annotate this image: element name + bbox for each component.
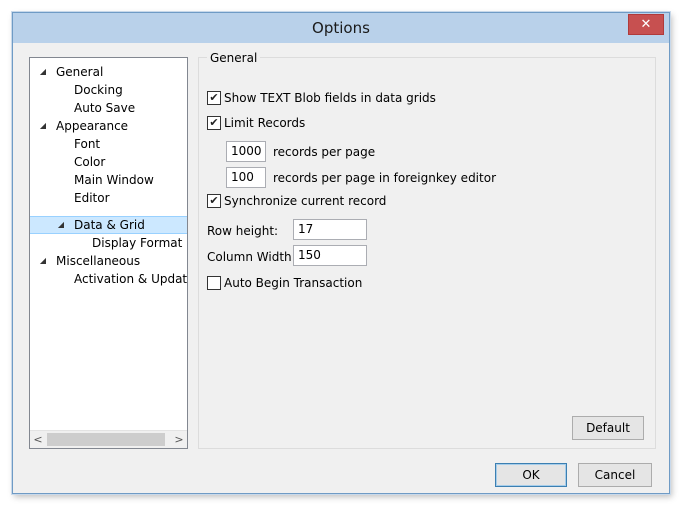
tree-item-label: Main Window [74, 173, 154, 187]
tree-item-label: Display Format [92, 236, 183, 250]
tree-item-color[interactable]: Color [74, 153, 105, 171]
auto-begin-label: Auto Begin Transaction [224, 276, 363, 290]
tree-item-auto-save[interactable]: Auto Save [74, 99, 135, 117]
row-height-label: Row height: [207, 224, 279, 238]
dialog-body: ◢ General Docking Auto Save ◢ Appearance… [21, 44, 661, 487]
sync-record-label: Synchronize current record [224, 194, 387, 208]
tree-item-font[interactable]: Font [74, 135, 100, 153]
column-width-label: Column Width: [207, 250, 296, 264]
tree-item-label: Docking [74, 83, 123, 97]
checkmark-icon: ✔ [209, 116, 219, 129]
window-title: Options [312, 19, 370, 37]
show-blob-label: Show TEXT Blob fields in data grids [224, 91, 436, 105]
expand-triangle-icon[interactable]: ◢ [38, 117, 48, 135]
tree-item-display-format[interactable]: Display Format [92, 234, 182, 252]
expand-triangle-icon[interactable]: ◢ [56, 216, 66, 234]
tree-item-label: Color [74, 155, 106, 169]
tree-item-docking[interactable]: Docking [74, 81, 123, 99]
tree-item-editor[interactable]: Editor [74, 189, 110, 207]
options-tree[interactable]: ◢ General Docking Auto Save ◢ Appearance… [29, 57, 188, 449]
title-bar: Options ✕ [13, 13, 669, 43]
row-height-input[interactable]: 17 [293, 219, 367, 240]
records-per-page-label: records per page [273, 145, 376, 159]
horizontal-scrollbar[interactable]: < > [30, 430, 187, 448]
tree-item-label: Auto Save [74, 101, 136, 115]
records-per-page-input[interactable]: 1000 [226, 141, 266, 162]
expand-triangle-icon[interactable]: ◢ [38, 63, 48, 81]
tree-item-label: Font [74, 137, 101, 151]
settings-group: General ✔ Show TEXT Blob fields in data … [198, 51, 656, 449]
expand-triangle-icon[interactable]: ◢ [38, 252, 48, 270]
default-button[interactable]: Default [572, 416, 644, 440]
tree-item-label: Data & Grid [74, 218, 145, 232]
ok-button[interactable]: OK [495, 463, 567, 487]
close-icon: ✕ [640, 17, 652, 32]
tree-item-label: General [56, 65, 104, 79]
tree-item-label: Miscellaneous [56, 254, 141, 268]
records-fk-input[interactable]: 100 [226, 167, 266, 188]
tree-item-activation-updater[interactable]: Activation & Updater [74, 270, 188, 288]
limit-records-checkbox[interactable]: ✔ [207, 116, 221, 130]
scrollbar-thumb[interactable] [47, 433, 165, 446]
tree-item-label: Editor [74, 191, 110, 205]
cancel-button[interactable]: Cancel [578, 463, 652, 487]
options-dialog: Options ✕ ◢ General Docking Auto Save ◢ … [12, 12, 670, 494]
checkmark-icon: ✔ [209, 194, 219, 207]
checkmark-icon: ✔ [209, 91, 219, 104]
close-button[interactable]: ✕ [628, 14, 664, 35]
auto-begin-checkbox[interactable] [207, 276, 221, 290]
tree-item-label: Activation & Updater [74, 272, 188, 286]
sync-record-checkbox[interactable]: ✔ [207, 194, 221, 208]
scroll-left-icon[interactable]: < [30, 431, 46, 448]
limit-records-label: Limit Records [224, 116, 306, 130]
scroll-right-icon[interactable]: > [171, 431, 187, 448]
column-width-input[interactable]: 150 [293, 245, 367, 266]
group-title: General [207, 51, 261, 65]
records-fk-label: records per page in foreignkey editor [273, 171, 496, 185]
show-blob-checkbox[interactable]: ✔ [207, 91, 221, 105]
tree-item-label: Appearance [56, 119, 129, 133]
tree-item-main-window[interactable]: Main Window [74, 171, 154, 189]
